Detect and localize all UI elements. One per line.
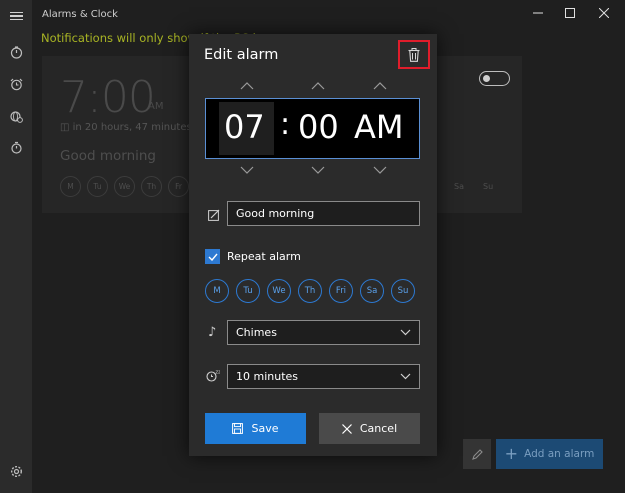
maximize-icon[interactable] <box>562 5 578 21</box>
alarm-name-input[interactable] <box>227 201 420 226</box>
snooze-select[interactable]: 10 minutes <box>227 364 420 389</box>
alarm-card-remaining: ◫ in 20 hours, 47 minutes <box>60 122 192 133</box>
repeat-alarm-label[interactable]: Repeat alarm <box>227 250 301 263</box>
alarms-clock-app: Alarms & Clock Notifications will only s… <box>0 0 625 493</box>
alarm-card-day: Th <box>141 176 162 197</box>
alarm-card-day: Tu <box>87 176 108 197</box>
alarm-card-day: M <box>60 176 81 197</box>
day-toggle-wednesday[interactable]: We <box>267 279 291 303</box>
alarm-card-day: We <box>114 176 135 197</box>
alarm-card-days: M Tu We Th Fr <box>60 176 189 197</box>
timer-icon[interactable] <box>8 44 24 60</box>
pencil-icon <box>471 448 483 460</box>
alarm-card-day: Su <box>483 182 494 191</box>
music-note-icon: ♪ <box>208 325 217 340</box>
edit-alarm-dialog: Edit alarm 07 : 00 AM Good morning Repea… <box>189 34 437 456</box>
hamburger-icon[interactable] <box>8 8 24 24</box>
world-clock-icon[interactable] <box>8 108 24 124</box>
edit-name-icon <box>208 209 220 221</box>
day-toggle-saturday[interactable]: Sa <box>360 279 384 303</box>
close-icon <box>341 423 352 434</box>
cancel-button[interactable]: Cancel <box>319 413 420 444</box>
time-picker[interactable]: 07 : 00 AM <box>205 98 420 159</box>
trash-icon <box>408 47 420 62</box>
sound-value: Chimes <box>236 326 277 339</box>
dialog-title: Edit alarm <box>204 47 279 63</box>
snooze-value: 10 minutes <box>236 370 299 383</box>
add-alarm-button[interactable]: + Add an alarm <box>496 439 603 469</box>
hour-down-chevron-icon[interactable] <box>240 166 254 174</box>
chevron-down-icon <box>400 329 411 336</box>
day-toggle-friday[interactable]: Fri <box>329 279 353 303</box>
day-toggle-monday[interactable]: M <box>205 279 229 303</box>
repeat-alarm-checkbox[interactable] <box>205 249 220 264</box>
alarm-card-ampm: AM <box>148 101 164 112</box>
hour-value[interactable]: 07 <box>224 108 265 146</box>
navigation-rail <box>0 0 32 493</box>
stopwatch-icon[interactable] <box>8 139 24 155</box>
plus-icon: + <box>504 444 519 463</box>
checkmark-icon <box>208 253 218 261</box>
close-icon[interactable] <box>596 5 612 21</box>
alarm-toggle[interactable] <box>479 71 510 86</box>
settings-icon[interactable] <box>8 463 24 479</box>
hour-up-chevron-icon[interactable] <box>240 82 254 90</box>
svg-text:zz: zz <box>216 370 221 376</box>
minute-value[interactable]: 00 <box>298 108 339 146</box>
repeat-days: M Tu We Th Fri Sa Su <box>205 279 415 303</box>
day-toggle-thursday[interactable]: Th <box>298 279 322 303</box>
alarm-card-day: Sa <box>454 182 464 191</box>
alarm-icon[interactable] <box>8 76 24 92</box>
minute-down-chevron-icon[interactable] <box>311 166 325 174</box>
sound-select[interactable]: Chimes <box>227 320 420 345</box>
time-separator: : <box>280 107 291 142</box>
alarm-card-day: Fr <box>168 176 189 197</box>
edit-alarms-button[interactable] <box>463 439 491 469</box>
period-value[interactable]: AM <box>354 108 404 146</box>
bell-small-icon: ◫ <box>60 122 70 133</box>
minimize-icon[interactable] <box>530 5 546 21</box>
snooze-icon: zz <box>206 369 221 385</box>
chevron-down-icon <box>400 373 411 380</box>
save-button[interactable]: Save <box>205 413 306 444</box>
alarm-card-name: Good morning <box>60 148 156 164</box>
day-toggle-tuesday[interactable]: Tu <box>236 279 260 303</box>
delete-alarm-button[interactable] <box>398 40 430 69</box>
day-toggle-sunday[interactable]: Su <box>391 279 415 303</box>
period-down-chevron-icon[interactable] <box>373 166 387 174</box>
minute-up-chevron-icon[interactable] <box>311 82 325 90</box>
alarm-card-time: 7:00 <box>60 72 156 123</box>
period-up-chevron-icon[interactable] <box>373 82 387 90</box>
app-title: Alarms & Clock <box>42 9 118 20</box>
save-disk-icon <box>232 423 244 434</box>
